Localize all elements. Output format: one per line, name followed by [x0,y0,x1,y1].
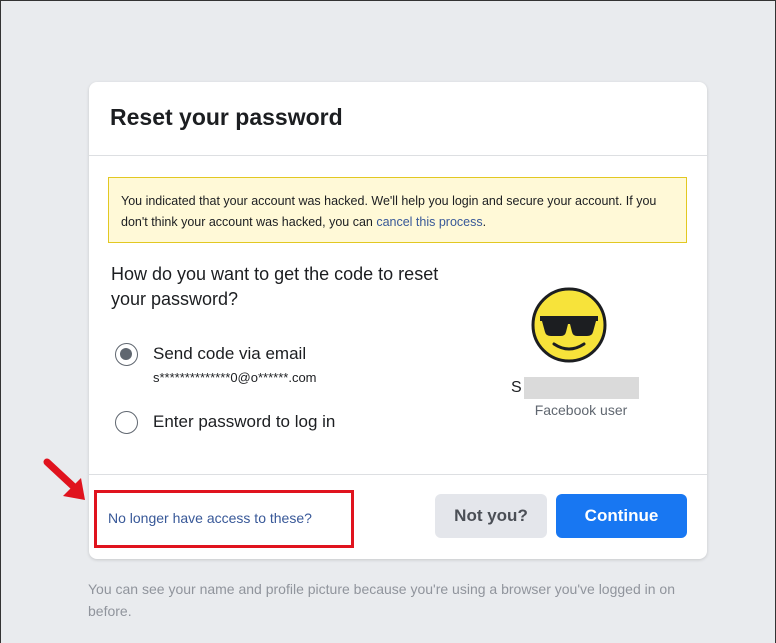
dialog-header: Reset your password [89,82,707,156]
bottom-note: You can see your name and profile pictur… [88,581,675,619]
profile-name-redaction [523,377,639,399]
reset-password-dialog: Reset your password You indicated that y… [89,82,707,559]
option-send-email[interactable]: Send code via email s**************0@o**… [115,343,317,385]
hacked-notice: You indicated that your account was hack… [108,177,687,243]
sunglasses-emoji-icon [530,286,608,364]
option-enter-password-label: Enter password to log in [153,412,336,431]
profile-block: S Facebook user [499,286,639,418]
profile-name: S [511,377,639,399]
profile-name-initial: S [511,379,522,396]
reset-question: How do you want to get the code to reset… [111,264,439,309]
footer-divider [89,474,707,475]
not-you-button[interactable]: Not you? [435,494,547,538]
cancel-process-link[interactable]: cancel this process [376,215,482,229]
radio-send-email[interactable] [115,343,138,366]
dialog-title: Reset your password [110,104,343,130]
option-enter-password[interactable]: Enter password to log in [115,411,335,434]
option-send-email-label: Send code via email [153,344,307,363]
notice-end: . [482,215,487,229]
option-send-email-detail: s**************0@o******.com [153,370,317,385]
radio-enter-password[interactable] [115,411,138,434]
no-longer-access-link[interactable]: No longer have access to these? [108,510,312,526]
profile-subtitle: Facebook user [534,402,628,418]
highlight-box: No longer have access to these? [94,490,354,548]
continue-button[interactable]: Continue [556,494,687,538]
red-arrow-icon [43,458,85,500]
